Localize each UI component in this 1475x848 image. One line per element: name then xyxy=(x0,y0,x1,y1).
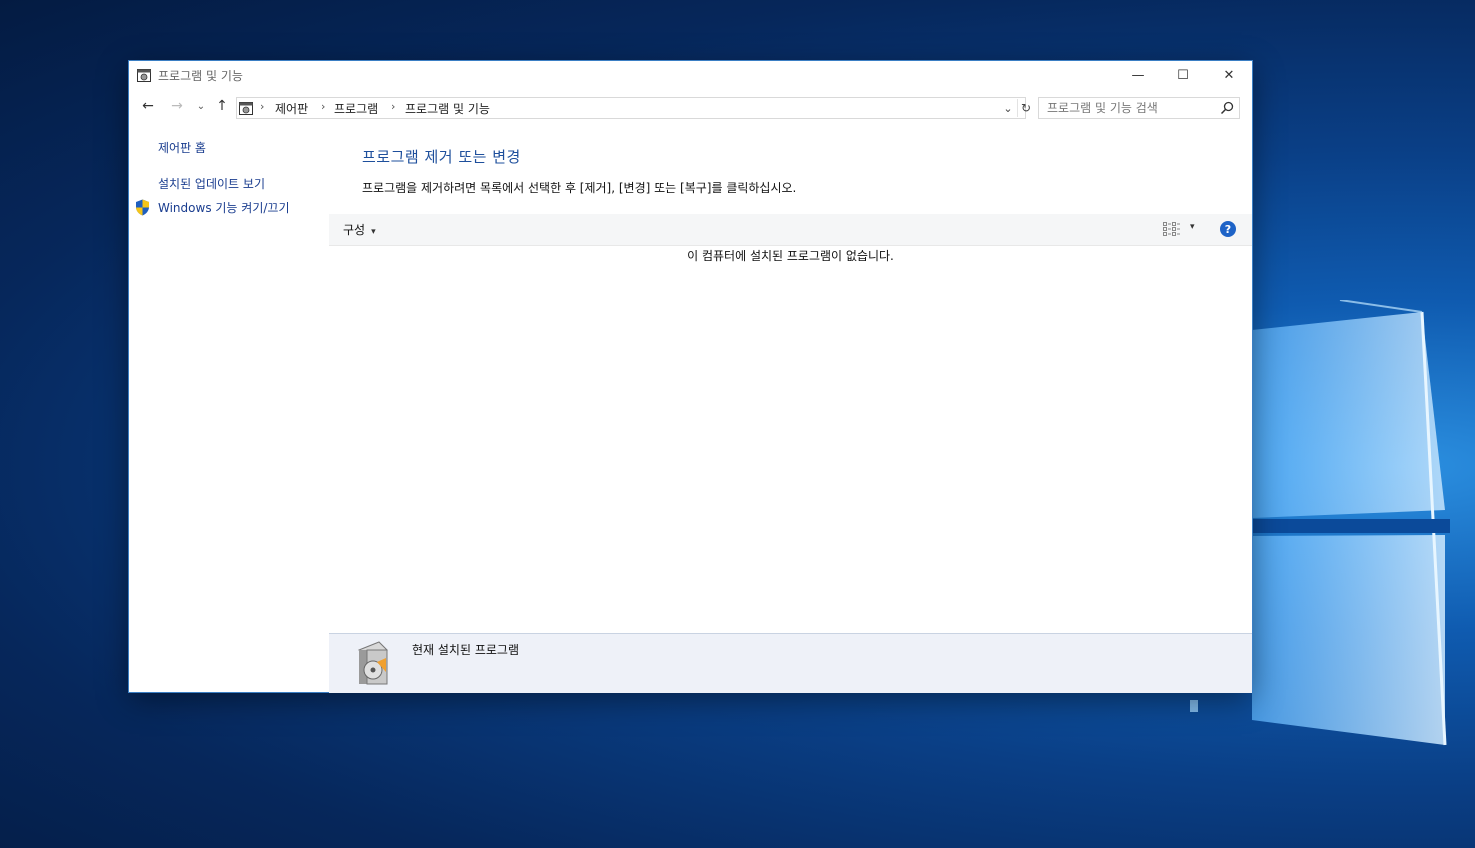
programs-and-features-window: 프로그램 및 기능 — ☐ ✕ ← → ⌄ ↑ › 제어판 › 프로그램 › 프… xyxy=(129,61,1252,693)
navigation-bar: ← → ⌄ ↑ › 제어판 › 프로그램 › 프로그램 및 기능 ⌄ ↻ xyxy=(129,93,1252,121)
installed-programs-icon xyxy=(358,641,388,685)
organize-label: 구성 xyxy=(343,223,366,237)
address-bar[interactable]: › 제어판 › 프로그램 › 프로그램 및 기능 ⌄ ↻ xyxy=(236,97,1031,119)
breadcrumb-separator[interactable]: › xyxy=(321,100,325,113)
breadcrumb-control-panel[interactable]: 제어판 xyxy=(275,100,308,117)
window-title: 프로그램 및 기능 xyxy=(158,69,243,83)
empty-list-message: 이 컴퓨터에 설치된 프로그램이 없습니다. xyxy=(687,249,894,263)
sidebar-item-windows-features[interactable]: Windows 기능 켜기/끄기 xyxy=(158,199,289,216)
close-button[interactable]: ✕ xyxy=(1206,61,1252,89)
title-bar[interactable]: 프로그램 및 기능 — ☐ ✕ xyxy=(129,61,1252,89)
recent-locations-button[interactable]: ⌄ xyxy=(191,96,211,116)
installed-programs-label: 현재 설치된 프로그램 xyxy=(412,643,519,657)
details-pane: 현재 설치된 프로그램 xyxy=(329,633,1252,693)
programs-icon xyxy=(137,69,151,82)
control-panel-icon xyxy=(239,102,253,115)
chevron-down-icon: ▾ xyxy=(371,227,376,237)
forward-button[interactable]: → xyxy=(167,96,187,116)
sidebar-item-control-panel-home[interactable]: 제어판 홈 xyxy=(158,139,206,156)
refresh-button[interactable]: ↻ xyxy=(1017,99,1034,117)
page-title: 프로그램 제거 또는 변경 xyxy=(362,148,521,166)
search-box[interactable] xyxy=(1038,97,1240,119)
breadcrumb-separator[interactable]: › xyxy=(260,100,264,113)
up-button[interactable]: ↑ xyxy=(212,96,232,116)
view-dropdown-button[interactable]: ▾ xyxy=(1190,222,1195,232)
page-description: 프로그램을 제거하려면 목록에서 선택한 후 [제거], [변경] 또는 [복구… xyxy=(362,181,797,195)
search-input[interactable] xyxy=(1047,100,1217,116)
sidebar: 제어판 홈 설치된 업데이트 보기 Windows 기능 켜기/끄기 xyxy=(129,121,329,692)
maximize-button[interactable]: ☐ xyxy=(1160,61,1206,89)
help-button[interactable]: ? xyxy=(1220,221,1236,237)
back-button[interactable]: ← xyxy=(138,96,158,116)
search-icon[interactable] xyxy=(1219,100,1235,116)
organize-button[interactable]: 구성 ▾ xyxy=(343,221,376,238)
minimize-button[interactable]: — xyxy=(1115,61,1161,89)
address-dropdown-button[interactable]: ⌄ xyxy=(1000,99,1016,117)
command-bar: 구성 ▾ ▾ ? xyxy=(329,214,1252,246)
shield-icon xyxy=(136,199,149,216)
breadcrumb-separator[interactable]: › xyxy=(391,100,395,113)
breadcrumb-programs-features[interactable]: 프로그램 및 기능 xyxy=(405,100,490,117)
breadcrumb-programs[interactable]: 프로그램 xyxy=(334,100,378,117)
sidebar-item-view-installed-updates[interactable]: 설치된 업데이트 보기 xyxy=(158,175,265,192)
view-options-icon[interactable] xyxy=(1162,221,1182,237)
